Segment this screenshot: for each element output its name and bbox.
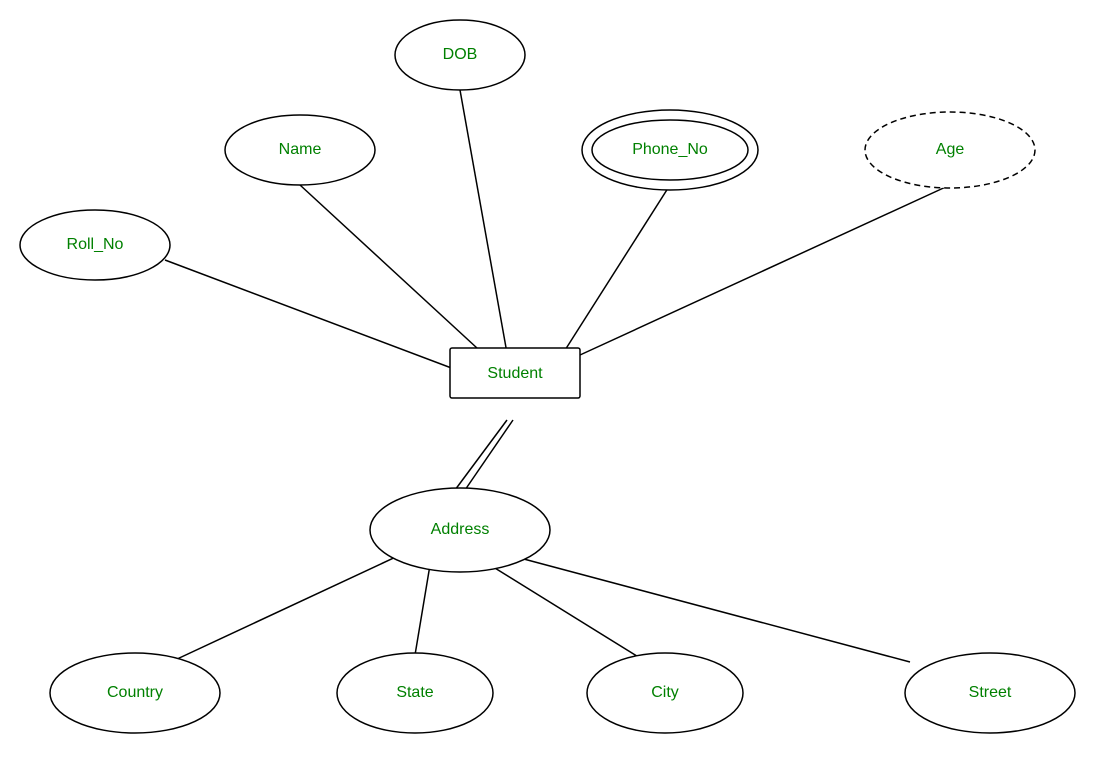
street-label: Street <box>969 684 1012 701</box>
phoneno-label: Phone_No <box>632 141 708 158</box>
connector-student-phoneno <box>560 185 670 358</box>
connector-address-city <box>490 565 640 658</box>
connector-student-age <box>580 185 950 355</box>
connector-address-state <box>415 565 430 655</box>
connector-student-address-1 <box>455 420 507 490</box>
er-diagram: Student DOB Name Phone_No Age Roll_No Ad… <box>0 0 1112 753</box>
student-entity-label: Student <box>487 365 543 382</box>
country-label: Country <box>107 684 163 701</box>
name-label: Name <box>279 141 322 158</box>
connector-address-street <box>520 558 910 662</box>
rollno-label: Roll_No <box>67 236 124 253</box>
state-label: State <box>396 684 433 701</box>
dob-label: DOB <box>443 46 478 63</box>
age-label: Age <box>936 141 965 158</box>
connector-address-country <box>175 555 400 660</box>
connector-student-rollno <box>165 260 470 375</box>
connector-student-name <box>300 185 490 360</box>
connector-student-address-2 <box>465 420 513 490</box>
address-label: Address <box>431 521 490 538</box>
city-label: City <box>651 684 679 701</box>
connector-student-dob <box>460 90 510 370</box>
